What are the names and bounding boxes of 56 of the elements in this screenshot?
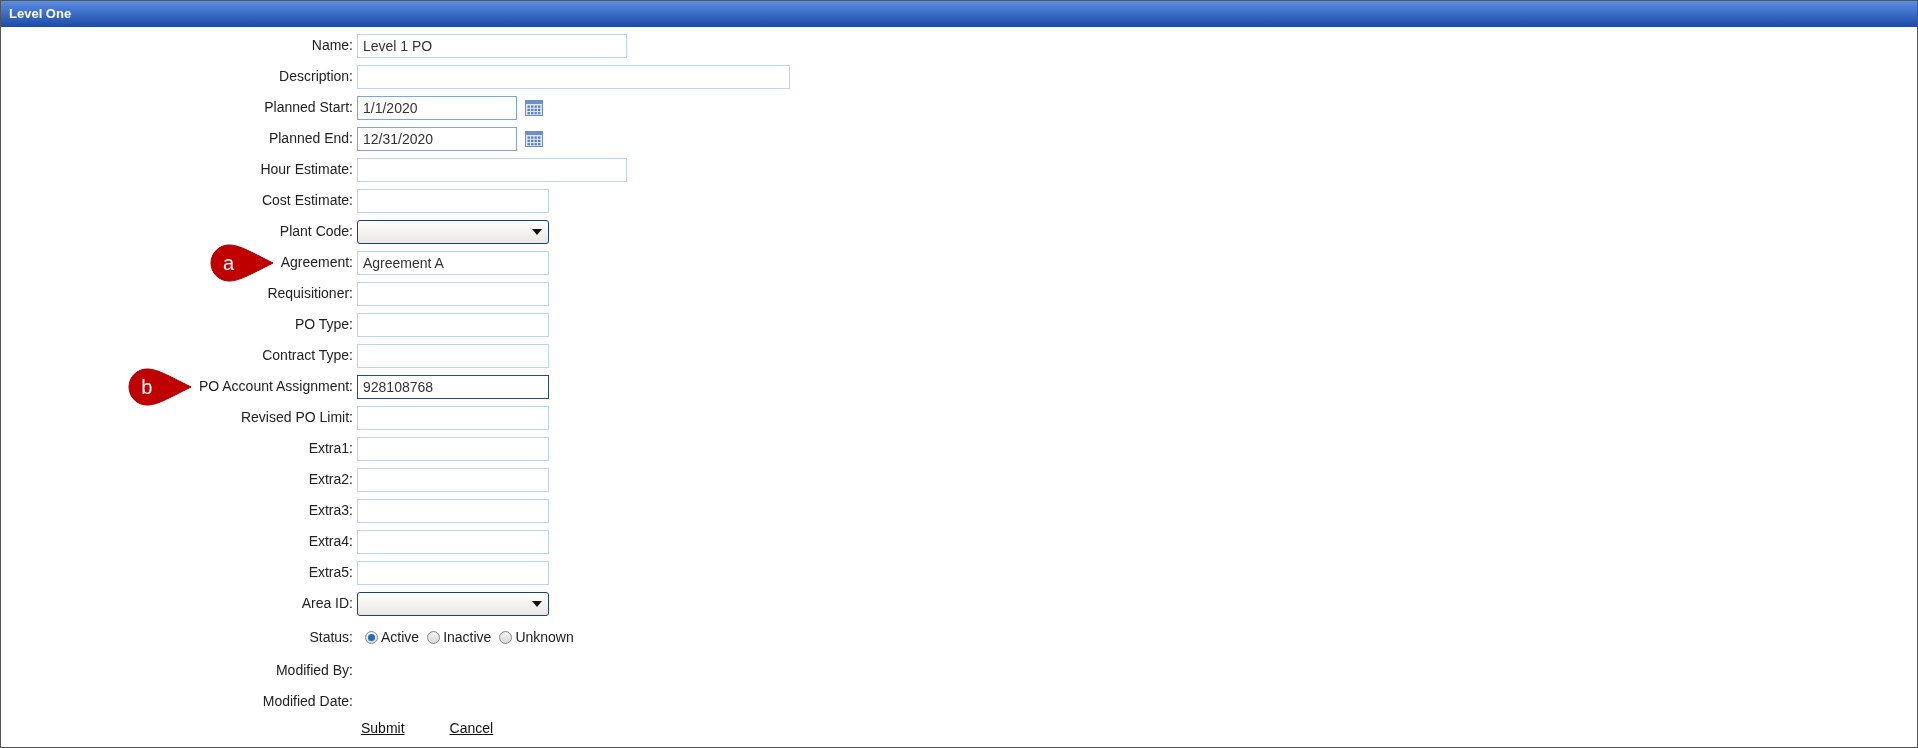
input-field[interactable] xyxy=(357,312,549,337)
callout-marker: b xyxy=(126,366,193,407)
caret-icon xyxy=(532,600,542,607)
radio-button[interactable] xyxy=(427,630,441,644)
field-label: Requisitioner: xyxy=(267,284,353,303)
field-label: Contract Type: xyxy=(262,346,353,365)
dropdown[interactable] xyxy=(357,591,549,616)
input-field[interactable] xyxy=(357,64,790,89)
field-label: Extra1: xyxy=(308,439,353,458)
date-field[interactable]: 1/1/2020 xyxy=(357,95,517,120)
field-label: Area ID: xyxy=(301,594,353,613)
radio-button[interactable] xyxy=(365,630,378,644)
input-field[interactable] xyxy=(357,498,549,523)
field-label: Cost Estimate: xyxy=(261,191,353,210)
input-field[interactable] xyxy=(357,467,549,492)
field-label: Modified By: xyxy=(275,661,353,680)
radio-label: Unknown xyxy=(515,627,574,647)
calendar-icon[interactable] xyxy=(525,99,543,116)
field-label: Agreement: xyxy=(280,253,353,272)
field-label: Extra2: xyxy=(308,470,353,489)
action-link[interactable]: Cancel xyxy=(449,717,494,739)
radio-label: Inactive xyxy=(443,627,492,647)
input-field[interactable]: 928108768 xyxy=(357,374,549,399)
calendar-icon[interactable] xyxy=(525,130,543,147)
radio-button[interactable] xyxy=(499,630,513,644)
field-label: Plant Code: xyxy=(279,222,353,241)
field-label: Revised PO Limit: xyxy=(240,408,353,427)
date-field[interactable]: 12/31/2020 xyxy=(357,126,517,151)
field-label: Extra5: xyxy=(308,563,353,582)
input-field[interactable]: Agreement A xyxy=(357,250,549,275)
radio-label: Active xyxy=(381,627,420,647)
input-field[interactable]: Level 1 PO xyxy=(357,33,627,58)
window-title: Level One xyxy=(9,5,72,24)
action-link[interactable]: Submit xyxy=(361,717,405,739)
input-field[interactable] xyxy=(357,560,549,585)
field-label: Extra4: xyxy=(308,532,353,551)
field-label: Planned Start: xyxy=(264,98,353,117)
field-label: Extra3: xyxy=(308,501,353,520)
field-label: Description: xyxy=(279,67,353,86)
input-field[interactable] xyxy=(357,343,549,368)
field-label: PO Type: xyxy=(294,315,353,334)
callout-marker: a xyxy=(208,242,275,283)
input-field[interactable] xyxy=(357,157,627,182)
field-label: Hour Estimate: xyxy=(260,160,353,179)
input-field[interactable] xyxy=(357,529,549,554)
caret-icon xyxy=(532,228,542,235)
field-label: PO Account Assignment: xyxy=(198,377,353,396)
field-label: Modified Date: xyxy=(262,692,353,711)
dropdown[interactable] xyxy=(357,219,549,244)
field-label: Status: xyxy=(309,627,353,647)
input-field[interactable] xyxy=(357,405,549,430)
input-field[interactable] xyxy=(357,188,549,213)
input-field[interactable] xyxy=(357,436,549,461)
field-label: Name: xyxy=(311,36,353,55)
input-field[interactable] xyxy=(357,281,549,306)
field-label: Planned End: xyxy=(268,129,353,148)
